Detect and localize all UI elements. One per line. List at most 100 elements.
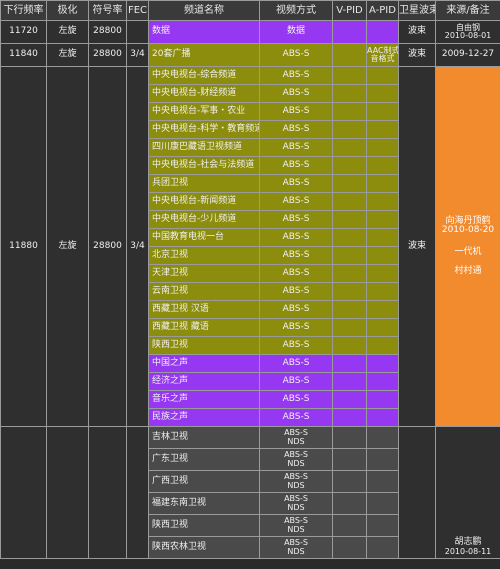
vpid-cell xyxy=(332,300,367,319)
apid-cell xyxy=(366,282,399,301)
source-note-cell: 向海丹顶鹤 2010-08-20 一代机 村村通 xyxy=(435,66,500,427)
channel-name-cell: 陕西卫视 xyxy=(148,514,260,537)
video-mode-cell: ABS-S xyxy=(259,390,333,409)
vpid-cell xyxy=(332,354,367,373)
apid-cell xyxy=(366,102,399,121)
channel-name-cell: 四川康巴藏语卫视频道 xyxy=(148,138,260,157)
apid-cell xyxy=(366,354,399,373)
vpid-cell xyxy=(332,156,367,175)
table-row-encrypted: 吉林卫视 ABS-S NDS 胡志鹏 2010-08-11 xyxy=(0,426,500,559)
note-line-2: 2010-08-20 xyxy=(441,225,495,236)
video-mode-cell: ABS-S NDS xyxy=(259,514,333,537)
video-mode-cell: ABS-S xyxy=(259,174,333,193)
vpid-cell xyxy=(332,174,367,193)
channel-name-cell: 北京卫视 xyxy=(148,246,260,265)
vpid-cell xyxy=(332,448,367,471)
source-cell: 自由钢 2010-08-01 xyxy=(435,20,500,44)
freq-cell: 11880 xyxy=(0,66,47,427)
header-polarization: 极化 xyxy=(46,0,89,21)
video-mode-cell: ABS-S xyxy=(259,336,333,355)
source-date: 2010-08-01 xyxy=(444,31,492,40)
apid-line-2: 音格式 xyxy=(370,54,395,63)
video-mode-cell: ABS-S xyxy=(259,43,333,67)
apid-cell xyxy=(366,66,399,85)
video-mode-cell: ABS-S xyxy=(259,228,333,247)
vpid-cell xyxy=(332,43,367,67)
apid-cell xyxy=(366,536,399,559)
apid-cell: AAC制式伴 音格式 xyxy=(366,43,399,67)
encryption: NDS xyxy=(287,458,305,468)
beam-cell xyxy=(398,426,436,559)
video-mode-cell: ABS-S xyxy=(259,192,333,211)
apid-cell xyxy=(366,120,399,139)
fec-cell: 3/4 xyxy=(126,43,149,67)
header-freq: 下行频率 xyxy=(0,0,47,21)
channel-name-cell: 中国之声 xyxy=(148,354,260,373)
encryption: NDS xyxy=(287,524,305,534)
video-mode-cell: ABS-S xyxy=(259,156,333,175)
freq-cell: 11720 xyxy=(0,20,47,44)
video-mode-cell: ABS-S xyxy=(259,408,333,427)
vpid-cell xyxy=(332,470,367,493)
vpid-cell xyxy=(332,66,367,85)
encryption: NDS xyxy=(287,546,305,556)
vpid-cell xyxy=(332,102,367,121)
symbol-rate-cell: 28800 xyxy=(88,43,127,67)
vpid-cell xyxy=(332,336,367,355)
polarization-cell xyxy=(46,426,89,559)
video-mode-cell: ABS-S xyxy=(259,102,333,121)
header-apid: A-PID xyxy=(366,0,399,21)
channel-name-cell: 20套广播 xyxy=(148,43,260,67)
source-cell: 2009-12-27 xyxy=(435,43,500,67)
vpid-cell xyxy=(332,264,367,283)
header-channel-name: 频道名称 xyxy=(148,0,260,21)
vpid-cell xyxy=(332,514,367,537)
freq-cell: 11840 xyxy=(0,43,47,67)
header-symbol-rate: 符号率 xyxy=(88,0,127,21)
apid-cell xyxy=(366,156,399,175)
symbol-rate-cell: 28800 xyxy=(88,20,127,44)
channel-name-cell: 中央电视台-军事・农业 xyxy=(148,102,260,121)
apid-cell xyxy=(366,336,399,355)
channel-name-cell: 广东卫视 xyxy=(148,448,260,471)
vpid-cell xyxy=(332,536,367,559)
apid-cell xyxy=(366,264,399,283)
beam-cell: 波束 xyxy=(398,20,436,44)
video-mode-cell: ABS-S xyxy=(259,372,333,391)
channel-name-cell: 中央电视台-综合频道 xyxy=(148,66,260,85)
note-line-3: 一代机 xyxy=(454,246,482,257)
header-source: 来源/备注 xyxy=(435,0,500,21)
table-row-11840: 11840 左旋 28800 3/4 20套广播 ABS-S AAC制式伴 音格… xyxy=(0,43,500,67)
vpid-cell xyxy=(332,84,367,103)
apid-cell xyxy=(366,408,399,427)
video-mode-cell: ABS-S xyxy=(259,84,333,103)
vpid-cell xyxy=(332,282,367,301)
encryption: NDS xyxy=(287,502,305,512)
header-row: 下行频率 极化 符号率 FEC 频道名称 视频方式 V-PID A-PID 卫星… xyxy=(0,0,500,21)
channel-name-cell: 西藏卫视 汉语 xyxy=(148,300,260,319)
channel-name-cell: 云南卫视 xyxy=(148,282,260,301)
apid-cell xyxy=(366,372,399,391)
table-row-11720: 11720 左旋 28800 数据 数据 波束 自由钢 2010-08-01 xyxy=(0,20,500,44)
polarization-cell: 左旋 xyxy=(46,20,89,44)
apid-cell xyxy=(366,210,399,229)
symbol-rate-cell: 28800 xyxy=(88,66,127,427)
channel-name-cell: 中央电视台-财经频道 xyxy=(148,84,260,103)
vpid-cell xyxy=(332,426,367,449)
header-fec: FEC xyxy=(126,0,149,21)
channel-name-cell: 天津卫视 xyxy=(148,264,260,283)
polarization-cell: 左旋 xyxy=(46,66,89,427)
channel-name-cell: 西藏卫视 藏语 xyxy=(148,318,260,337)
channel-name-cell: 陕西卫视 xyxy=(148,336,260,355)
channel-name-cell: 中国教育电视一台 xyxy=(148,228,260,247)
apid-cell xyxy=(366,300,399,319)
apid-cell xyxy=(366,318,399,337)
video-mode-cell: ABS-S xyxy=(259,282,333,301)
apid-cell xyxy=(366,470,399,493)
channel-name-cell: 兵团卫视 xyxy=(148,174,260,193)
encryption: NDS xyxy=(287,480,305,490)
polarization-cell: 左旋 xyxy=(46,43,89,67)
video-mode-cell: ABS-S NDS xyxy=(259,426,333,449)
video-mode-cell: ABS-S NDS xyxy=(259,448,333,471)
channel-name-cell: 中央电视台-新闻频道 xyxy=(148,192,260,211)
